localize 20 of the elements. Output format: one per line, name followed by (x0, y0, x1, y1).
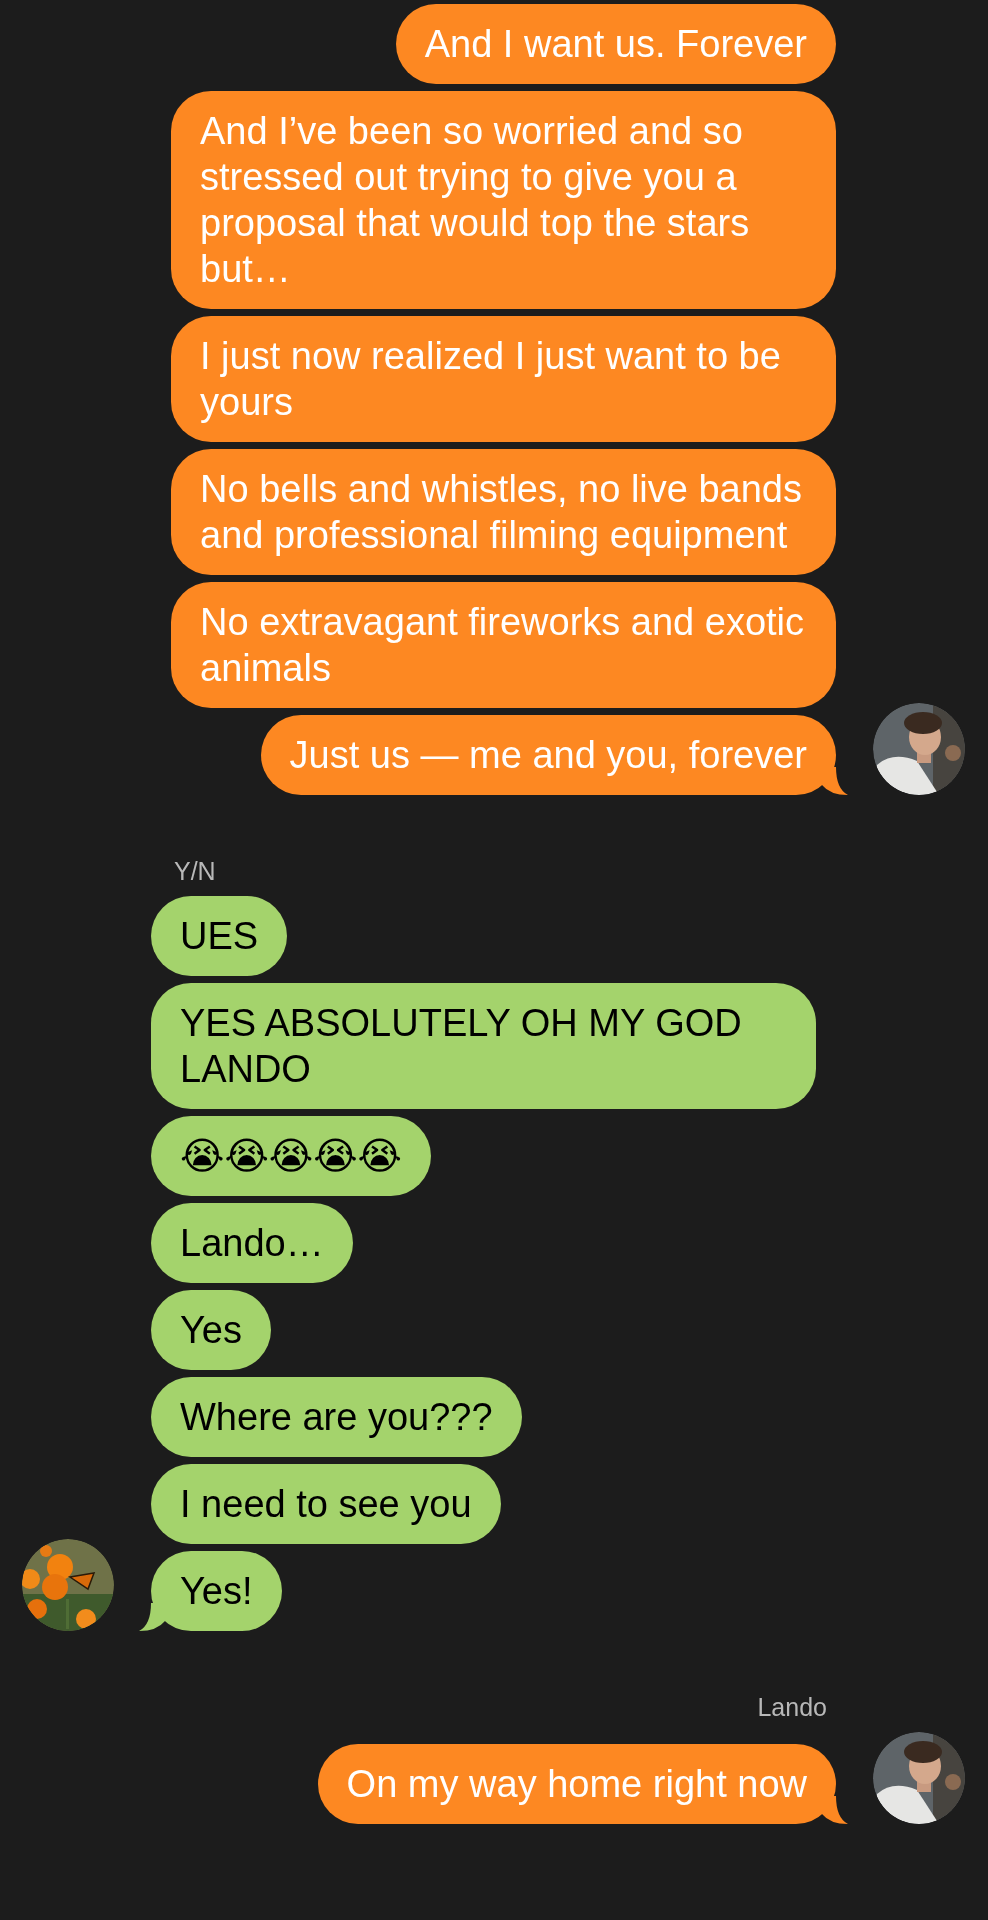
sender-name: Y/N (174, 857, 216, 886)
message-bubble: YES ABSOLUTELY OH MY GOD LANDO (151, 983, 816, 1109)
message-bubble: I need to see you (151, 1464, 501, 1544)
message-bubble: No bells and whistles, no live bands and professional filming equipment (171, 449, 836, 575)
message-bubble: I just now realized I just want to be yours (171, 316, 836, 442)
message-bubble: Where are you??? (151, 1377, 522, 1457)
message-bubble: UES (151, 896, 288, 976)
message-bubble: And I want us. Forever (395, 4, 836, 84)
message-bubble: Yes (151, 1290, 271, 1370)
message-bubble: Just us — me and you, forever (260, 715, 836, 795)
message-bubble: And I’ve been so worried and so stressed out trying to give you a proposal that would top the stars but… (171, 91, 836, 309)
bubble-tail (822, 1796, 848, 1824)
sender-name: Lando (757, 1693, 827, 1722)
message-bubble: On my way home right now (317, 1744, 836, 1824)
message-bubble: 😭😭😭😭😭 (151, 1116, 431, 1196)
bubble-tail (139, 1603, 165, 1631)
message-bubble: Yes! (151, 1551, 282, 1631)
bubble-tail (822, 767, 848, 795)
message-bubble: Lando… (151, 1203, 353, 1283)
message-bubble: No extravagant fireworks and exotic animals (171, 582, 836, 708)
